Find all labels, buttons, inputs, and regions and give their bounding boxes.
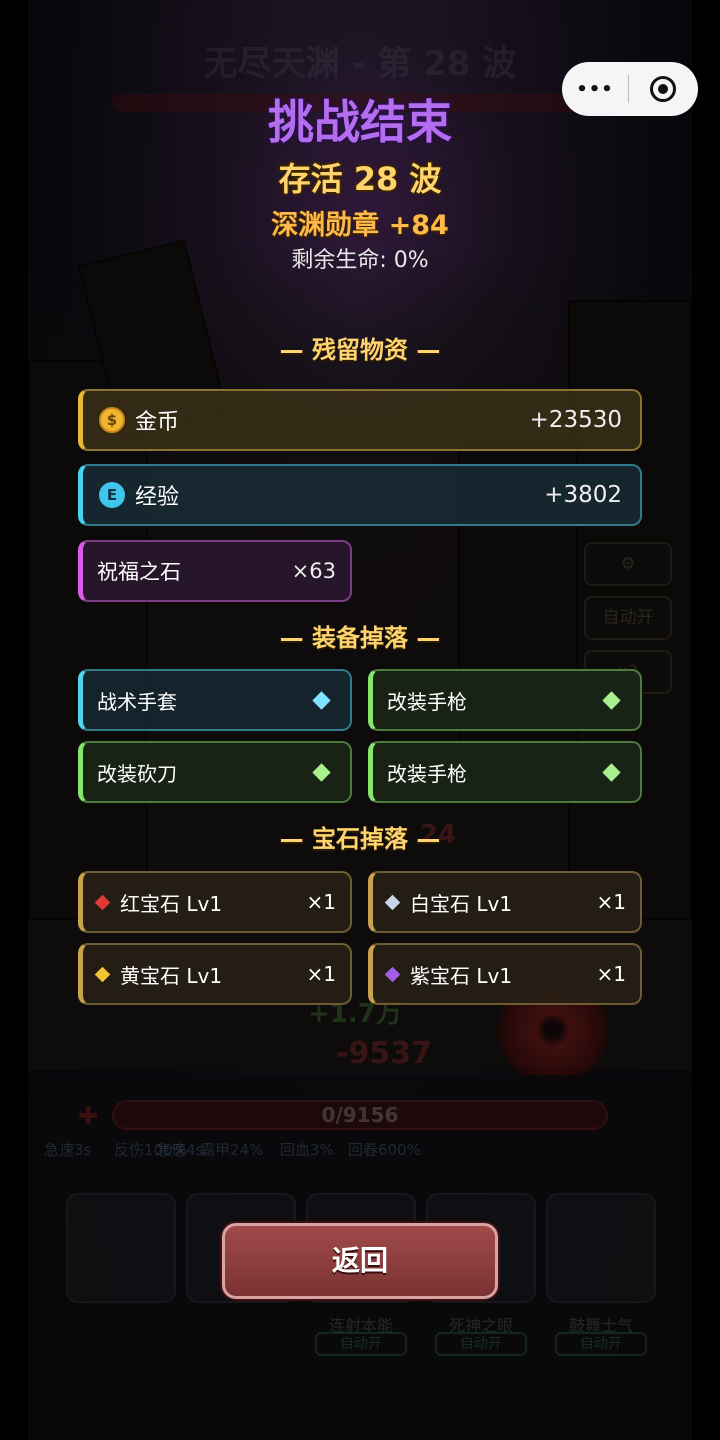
- result-title: 挑战结束: [268, 95, 452, 149]
- rarity-diamond-icon: [312, 690, 331, 710]
- medal-reward: 深渊勋章 +84: [271, 210, 449, 241]
- equipment-drop-item[interactable]: 战术手套: [78, 669, 352, 731]
- section-title-gems: — 宝石掉落 —: [279, 825, 441, 853]
- survived-waves: 存活 28 波: [278, 160, 442, 198]
- rarity-diamond-icon: [602, 762, 621, 782]
- equipment-name: 改装手枪: [387, 689, 467, 714]
- equipment-name: 改装手枪: [387, 761, 467, 786]
- gem-drop-item[interactable]: 紫宝石 Lv1 ×1: [368, 943, 642, 1005]
- equipment-name: 改装砍刀: [97, 761, 177, 786]
- rarity-diamond-icon: [312, 762, 331, 782]
- gem-name: 紫宝石 Lv1: [410, 963, 513, 988]
- equipment-drop-item[interactable]: 改装手枪: [368, 669, 642, 731]
- reward-label: 金币: [135, 410, 180, 435]
- reward-row-blessing-stone: 祝福之石 ×63: [78, 540, 352, 602]
- section-title-residual: — 残留物资 —: [279, 336, 441, 364]
- gem-name: 白宝石 Lv1: [410, 891, 513, 916]
- gem-drop-item[interactable]: 红宝石 Lv1 ×1: [78, 871, 352, 933]
- gem-count: ×1: [596, 962, 626, 986]
- equipment-name: 战术手套: [97, 689, 177, 714]
- gem-count: ×1: [596, 890, 626, 914]
- reward-label: 祝福之石: [97, 560, 181, 584]
- exp-icon: E: [99, 482, 125, 508]
- coin-icon: $: [99, 407, 125, 433]
- gem-name: 黄宝石 Lv1: [120, 963, 223, 988]
- equipment-drop-item[interactable]: 改装砍刀: [78, 741, 352, 803]
- reward-value: ×63: [291, 559, 336, 583]
- reward-label: 经验: [135, 485, 180, 510]
- gem-drop-item[interactable]: 白宝石 Lv1 ×1: [368, 871, 642, 933]
- gem-count: ×1: [306, 890, 336, 914]
- equipment-drop-item[interactable]: 改装手枪: [368, 741, 642, 803]
- rarity-diamond-icon: [602, 690, 621, 710]
- section-title-equipment: — 装备掉落 —: [279, 624, 441, 652]
- reward-value: +3802: [544, 482, 622, 508]
- reward-value: +23530: [529, 407, 622, 433]
- gem-count: ×1: [306, 962, 336, 986]
- remaining-hp: 剩余生命: 0%: [291, 248, 429, 273]
- return-button[interactable]: 返回: [222, 1223, 498, 1299]
- red-gem-icon: [94, 894, 111, 910]
- gem-name: 红宝石 Lv1: [120, 891, 223, 916]
- white-gem-icon: [384, 894, 401, 910]
- purple-gem-icon: [384, 966, 401, 982]
- reward-row-exp: E 经验 +3802: [78, 464, 642, 526]
- reward-row-gold: $ 金币 +23530: [78, 389, 642, 451]
- gem-drop-item[interactable]: 黄宝石 Lv1 ×1: [78, 943, 352, 1005]
- yellow-gem-icon: [94, 966, 111, 982]
